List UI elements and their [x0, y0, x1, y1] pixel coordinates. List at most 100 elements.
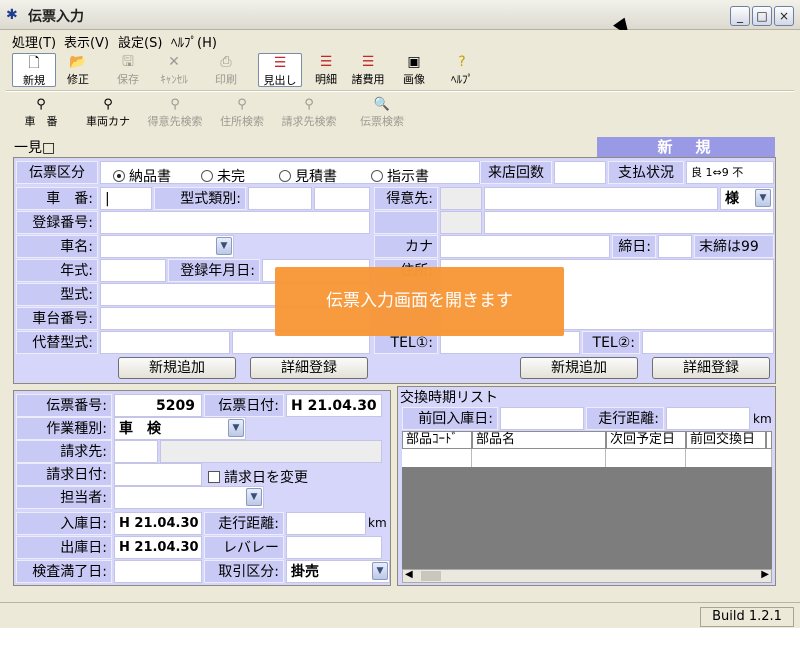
change-billing-date-checkbox[interactable]: 請求日を変更	[208, 467, 308, 487]
detail-view-button[interactable]: ☰ 明細	[304, 53, 348, 87]
car-name-combo[interactable]	[100, 235, 234, 258]
cancel-button[interactable]: ✕ ｷｬﾝｾﾙ	[152, 53, 196, 87]
col-part-name[interactable]: 部品名	[472, 431, 606, 449]
mileage-field[interactable]	[286, 512, 366, 535]
printer-icon: ⎙	[220, 54, 232, 70]
address-search-label: 住所検索	[220, 115, 264, 128]
radio-incomplete[interactable]: 未完	[201, 166, 245, 186]
work-type-combo[interactable]: 車 検	[114, 417, 246, 440]
staff-combo[interactable]	[114, 486, 264, 509]
model-class-field-1[interactable]	[248, 187, 312, 210]
car-kana-search-button[interactable]: ⚲ 車両カナ	[80, 97, 136, 131]
help-button[interactable]: ? ﾍﾙﾌﾟ	[440, 53, 484, 87]
slip-search-button[interactable]: 🔍 伝票検索	[354, 97, 410, 131]
header-view-label: 見出し	[263, 74, 297, 87]
billing-code-field[interactable]	[114, 440, 158, 463]
customer-detail-button[interactable]: 詳細登録	[652, 357, 770, 379]
address-search-button[interactable]: ⚲ 住所検索	[214, 97, 270, 131]
tel2-field[interactable]	[642, 331, 774, 354]
radio-estimate[interactable]: 見積書	[279, 166, 337, 186]
customer-name-field-2[interactable]	[484, 211, 774, 234]
detail-list-icon: ☰	[319, 54, 333, 70]
help-label: ﾍﾙﾌﾟ	[451, 73, 473, 86]
vehicle-add-button[interactable]: 新規追加	[118, 357, 236, 379]
bottom-strip	[0, 628, 800, 650]
visit-count-field[interactable]	[554, 161, 606, 184]
chevron-down-icon[interactable]: ▼	[228, 419, 244, 437]
cancel-icon: ✕	[168, 54, 180, 70]
slip-date-field[interactable]: H 21.04.30	[286, 394, 382, 417]
title-bar[interactable]: ✱ 伝票入力 _ □ ×	[0, 0, 800, 30]
alt-model-field-1[interactable]	[100, 331, 230, 354]
col-part-code[interactable]: 部品ｺｰﾄﾞ	[402, 431, 472, 449]
year-field[interactable]	[100, 259, 166, 282]
slip-number-field[interactable]: 5209	[114, 394, 202, 417]
table-row[interactable]	[472, 449, 606, 467]
menu-settings[interactable]: 設定(S)	[118, 32, 162, 51]
billing-name-field[interactable]	[160, 440, 382, 463]
table-row[interactable]	[686, 449, 772, 467]
billing-date-label: 請求日付:	[16, 463, 112, 486]
billing-date-field[interactable]	[114, 463, 202, 486]
customer-search-label: 得意先検索	[147, 115, 203, 128]
exchange-mileage-field[interactable]	[666, 407, 750, 430]
horizontal-scrollbar[interactable]: ◀ ▶	[402, 569, 772, 583]
car-number-search-button[interactable]: ⚲ 車 番	[16, 97, 66, 131]
image-button[interactable]: ▣ 画像	[392, 53, 436, 87]
closing-day-field[interactable]	[658, 235, 692, 258]
save-button-label: 保存	[117, 73, 139, 86]
exit-date-label: 出庫日:	[16, 536, 112, 559]
minimize-button[interactable]: _	[730, 6, 750, 26]
print-button[interactable]: ⎙ 印刷	[204, 53, 248, 87]
customer-add-button[interactable]: 新規追加	[520, 357, 638, 379]
registration-field[interactable]	[100, 211, 370, 234]
menu-view[interactable]: 表示(V)	[64, 32, 109, 51]
vehicle-detail-button[interactable]: 詳細登録	[250, 357, 368, 379]
entry-date-field[interactable]: H 21.04.30	[114, 512, 202, 535]
customer-search-button[interactable]: ⚲ 得意先検索	[142, 97, 208, 131]
col-last-date[interactable]: 前回交換日	[686, 431, 766, 449]
chevron-down-icon[interactable]: ▼	[246, 488, 262, 506]
mileage-unit: km	[368, 516, 387, 530]
scroll-right-icon[interactable]: ▶	[761, 569, 769, 580]
payment-status-field[interactable]: 良 1⇔9 不	[686, 161, 774, 184]
customer-code-field[interactable]	[440, 187, 482, 210]
last-entry-field[interactable]	[500, 407, 584, 430]
chevron-down-icon[interactable]: ▼	[372, 562, 388, 580]
list-toggle[interactable]: 一見□	[14, 137, 55, 157]
new-button[interactable]: 🗋 新規	[12, 53, 56, 87]
col-next-date[interactable]: 次回予定日	[606, 431, 686, 449]
kana-field[interactable]	[440, 235, 610, 258]
radio-instruction[interactable]: 指示書	[371, 166, 429, 186]
exit-date-field[interactable]: H 21.04.30	[114, 536, 202, 559]
model-class-field-2[interactable]	[314, 187, 370, 210]
billing-search-button[interactable]: ⚲ 請求先検索	[276, 97, 342, 131]
radio-delivery[interactable]: 納品書	[113, 166, 171, 186]
customer-name-field[interactable]	[484, 187, 718, 210]
rate-field[interactable]	[286, 536, 382, 559]
slip-number-label: 伝票番号:	[16, 394, 112, 417]
header-view-button[interactable]: ☰ 見出し	[258, 53, 302, 87]
save-button[interactable]: 🖫 保存	[106, 53, 150, 87]
closing-note: 末締は99	[694, 235, 774, 258]
radio-delivery-label: 納品書	[129, 169, 171, 185]
table-row[interactable]	[606, 449, 686, 467]
new-document-icon: 🗋	[28, 55, 40, 71]
close-button[interactable]: ×	[774, 6, 794, 26]
tel2-label: TEL②:	[582, 331, 640, 354]
inspection-field[interactable]	[114, 560, 202, 583]
maximize-button[interactable]: □	[752, 6, 772, 26]
binoculars-icon: ⚲	[170, 97, 180, 112]
customer-code-field-2[interactable]	[440, 211, 482, 234]
chevron-down-icon[interactable]: ▼	[216, 237, 232, 255]
chevron-down-icon[interactable]: ▼	[755, 189, 771, 207]
car-number-field[interactable]: |	[100, 187, 152, 210]
menu-help[interactable]: ﾍﾙﾌﾟ(H)	[171, 32, 217, 51]
scroll-thumb[interactable]	[421, 571, 441, 581]
menu-process[interactable]: 処理(T)	[12, 32, 56, 51]
table-row[interactable]	[402, 449, 472, 467]
parts-grid-empty[interactable]	[402, 467, 772, 569]
expenses-button[interactable]: ☰ 諸費用	[346, 53, 390, 87]
edit-button[interactable]: 📂 修正	[56, 53, 100, 87]
scroll-left-icon[interactable]: ◀	[405, 569, 413, 580]
